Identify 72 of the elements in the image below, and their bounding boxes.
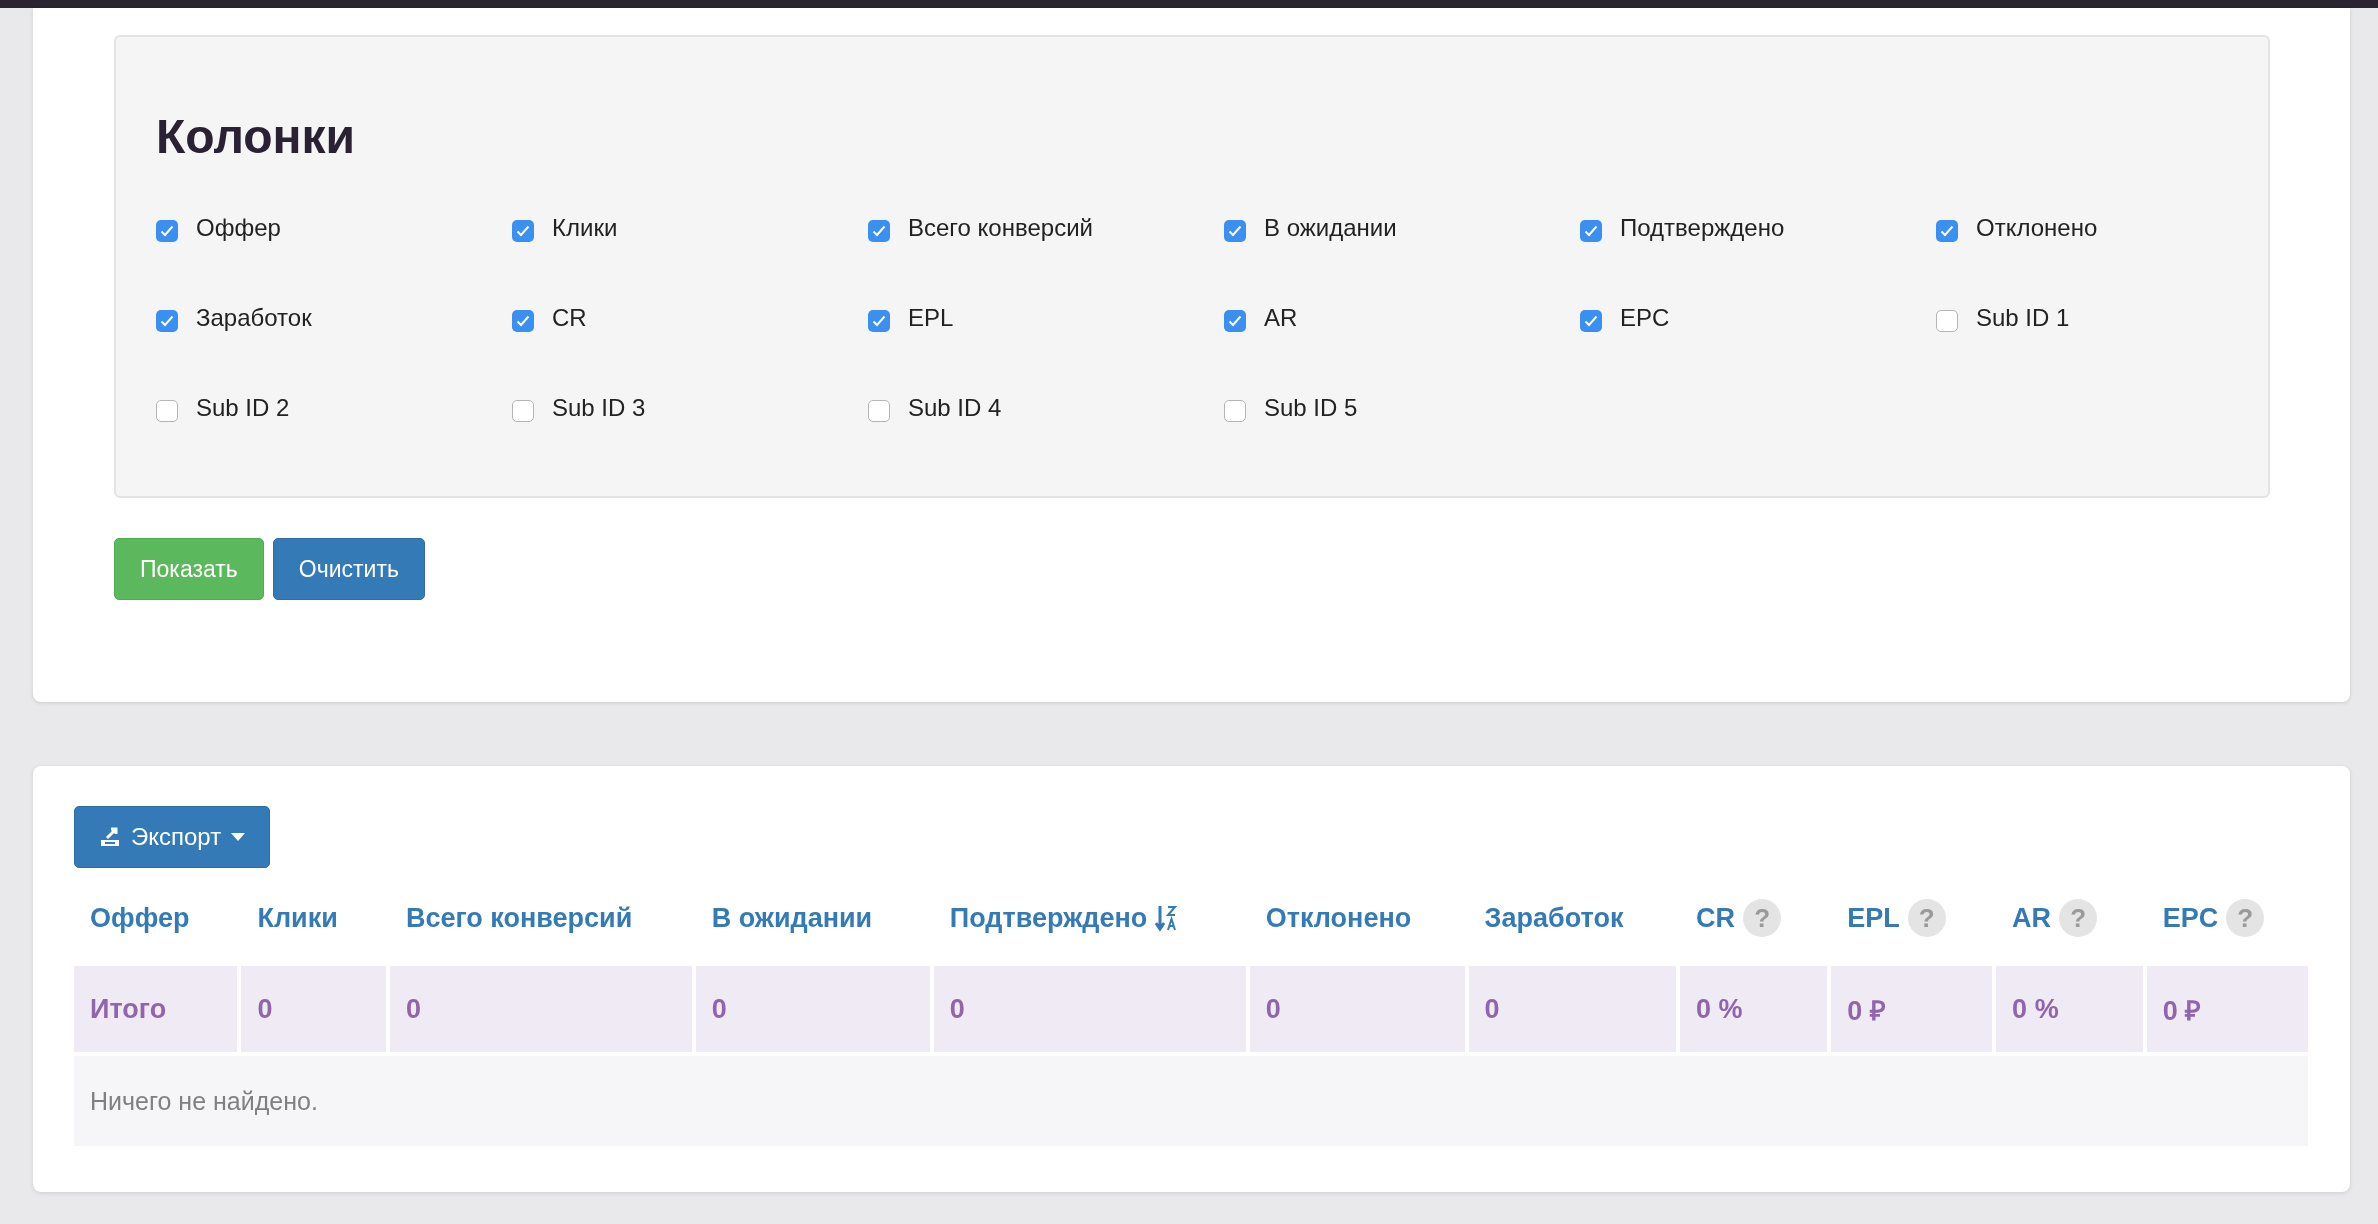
checkbox[interactable] <box>512 310 534 332</box>
panel-title: Колонки <box>156 109 357 164</box>
checkbox[interactable] <box>1936 310 1958 332</box>
checkbox-label: Подтверждено <box>1620 214 1785 242</box>
checkbox-label: Sub ID 1 <box>1976 304 2070 332</box>
column-title: Всего конверсий <box>405 902 633 934</box>
column-title: Подтверждено <box>949 902 1148 934</box>
check-icon <box>1584 225 1598 237</box>
column-title: CR <box>1696 902 1736 934</box>
total-cell: 0 ₽ <box>2146 966 2308 1052</box>
check-icon <box>872 225 886 237</box>
check-icon <box>1584 315 1598 327</box>
column-title: В ожидании <box>711 902 873 934</box>
checkbox[interactable] <box>1224 220 1246 242</box>
show-button[interactable]: Показать <box>114 538 264 600</box>
total-cell: 0 <box>241 966 386 1052</box>
checkbox-label: Отклонено <box>1976 214 2098 242</box>
check-icon <box>1228 315 1242 327</box>
checkbox[interactable] <box>868 310 890 332</box>
checkbox-label: CR <box>552 304 587 332</box>
checkbox-label: EPL <box>908 304 954 332</box>
column-title: Оффер <box>90 902 190 934</box>
checkbox-label: Всего конверсий <box>908 214 1093 242</box>
checkbox[interactable] <box>868 220 890 242</box>
export-button[interactable]: Экспорт <box>74 806 271 868</box>
check-icon <box>160 315 174 327</box>
export-icon <box>99 826 121 848</box>
checkbox-label: EPC <box>1620 304 1670 332</box>
checkbox-label: Sub ID 4 <box>908 394 1002 422</box>
checkbox[interactable] <box>1936 220 1958 242</box>
check-icon <box>872 315 886 327</box>
checkbox-label: Клики <box>552 214 618 242</box>
column-title: Отклонено <box>1265 902 1412 934</box>
total-cell: 0 <box>933 966 1246 1052</box>
total-cell: 0 <box>1468 966 1677 1052</box>
check-icon <box>160 225 174 237</box>
checkbox[interactable] <box>156 400 178 422</box>
total-label: Итого <box>74 966 238 1052</box>
checkbox-label: AR <box>1264 304 1298 332</box>
checkbox[interactable] <box>512 400 534 422</box>
column-title: EPL <box>1847 902 1900 934</box>
total-cell: 0 <box>389 966 692 1052</box>
total-cell: 0 % <box>1680 966 1828 1052</box>
checkbox[interactable] <box>1224 400 1246 422</box>
check-icon <box>1228 225 1242 237</box>
column-title: EPC <box>2162 902 2219 934</box>
checkbox[interactable] <box>1224 310 1246 332</box>
checkbox[interactable] <box>512 220 534 242</box>
checkbox-label: Sub ID 5 <box>1264 394 1358 422</box>
checkbox[interactable] <box>156 310 178 332</box>
empty-message: Ничего не найдено. <box>74 1056 2308 1146</box>
clear-button[interactable]: Очистить <box>272 538 425 600</box>
checkbox-label: Sub ID 2 <box>196 394 290 422</box>
checkbox[interactable] <box>868 400 890 422</box>
caret-icon <box>231 833 246 841</box>
column-title: AR <box>2012 902 2052 934</box>
total-cell: 0 <box>695 966 930 1052</box>
total-cell: 0 % <box>1996 966 2143 1052</box>
checkbox-label: Sub ID 3 <box>552 394 646 422</box>
total-cell: 0 <box>1249 966 1465 1052</box>
column-title: Клики <box>257 902 338 934</box>
checkbox-label: В ожидании <box>1264 214 1397 242</box>
check-icon <box>516 225 530 237</box>
checkbox[interactable] <box>1580 220 1602 242</box>
checkbox-label: Оффер <box>196 214 281 242</box>
column-title: Заработок <box>1484 902 1624 934</box>
checkbox[interactable] <box>156 220 178 242</box>
checkbox-label: Заработок <box>196 304 312 332</box>
check-icon <box>1940 225 1954 237</box>
total-cell: 0 ₽ <box>1831 966 1993 1052</box>
check-icon <box>516 315 530 327</box>
checkbox[interactable] <box>1580 310 1602 332</box>
